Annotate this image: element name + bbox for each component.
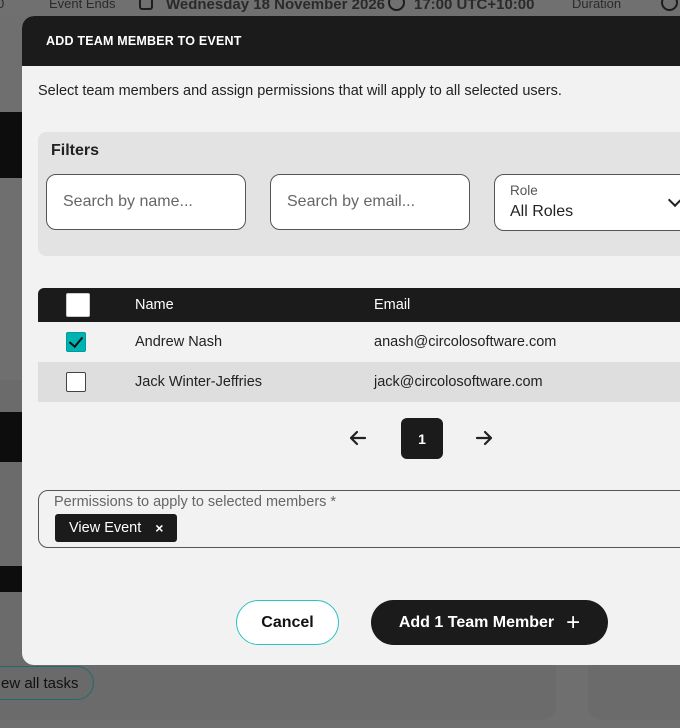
event-ends-label: Event Ends [49,0,116,11]
member-email: anash@circolosoftware.com [374,334,557,350]
background-fragment: 0 [0,0,5,11]
role-label: Role [510,183,538,198]
table-row[interactable]: Jack Winter-Jeffries jack@circolosoftwar… [38,362,680,402]
filters-panel: Filters Role All Roles [38,132,680,256]
next-page-button[interactable] [464,418,504,458]
add-button-label: Add 1 Team Member [398,613,555,631]
search-email-input[interactable] [270,174,470,230]
previous-page-button[interactable] [338,418,378,458]
modal-description: Select team members and assign permissio… [38,83,562,99]
select-all-checkbox[interactable] [66,293,90,317]
row-checkbox[interactable] [66,332,86,352]
permission-chip-label: View Event [69,520,142,536]
background-dark-block [0,412,22,462]
clock-icon [661,0,678,11]
table-header: Name Email [38,288,680,322]
member-email: jack@circolosoftware.com [374,374,543,390]
pagination: 1 [22,418,680,459]
calendar-icon [139,0,153,10]
event-end-date: Wednesday 18 November 2026 [166,0,386,13]
arrow-right-icon [475,430,493,446]
plus-icon: + [566,608,581,636]
add-team-member-button[interactable]: Add 1 Team Member + [371,600,608,645]
role-select[interactable]: Role All Roles [494,174,680,231]
filters-title: Filters [51,142,100,159]
role-value: All Roles [510,203,574,220]
search-name-input[interactable] [46,174,246,230]
permissions-field[interactable]: Permissions to apply to selected members… [38,490,680,548]
clock-icon [388,0,405,11]
permission-chip: View Event × [55,514,178,542]
remove-chip-icon[interactable]: × [155,520,163,536]
background-dark-block [0,566,22,592]
column-email: Email [374,297,411,313]
cancel-button[interactable]: Cancel [236,600,339,645]
chevron-down-icon [667,192,680,208]
view-all-tasks-button[interactable]: ew all tasks [0,666,94,700]
background-dark-block [0,112,22,178]
members-table: Name Email Andrew Nash anash@circolosoft… [38,288,680,402]
arrow-left-icon [349,430,367,446]
page-number-button[interactable]: 1 [401,418,443,459]
duration-label: Duration [572,0,622,11]
event-end-time: 17:00 UTC+10:00 [414,0,535,13]
member-name: Jack Winter-Jeffries [135,374,263,390]
column-name: Name [135,297,174,313]
member-name: Andrew Nash [135,334,223,350]
background-event-bar: 0 Event Ends Wednesday 18 November 2026 … [0,0,680,16]
modal-title: ADD TEAM MEMBER TO EVENT [22,16,680,66]
add-team-member-modal: ADD TEAM MEMBER TO EVENT Select team mem… [22,16,680,665]
table-row[interactable]: Andrew Nash anash@circolosoftware.com [38,322,680,362]
row-checkbox[interactable] [66,372,86,392]
permissions-label: Permissions to apply to selected members… [54,494,337,510]
